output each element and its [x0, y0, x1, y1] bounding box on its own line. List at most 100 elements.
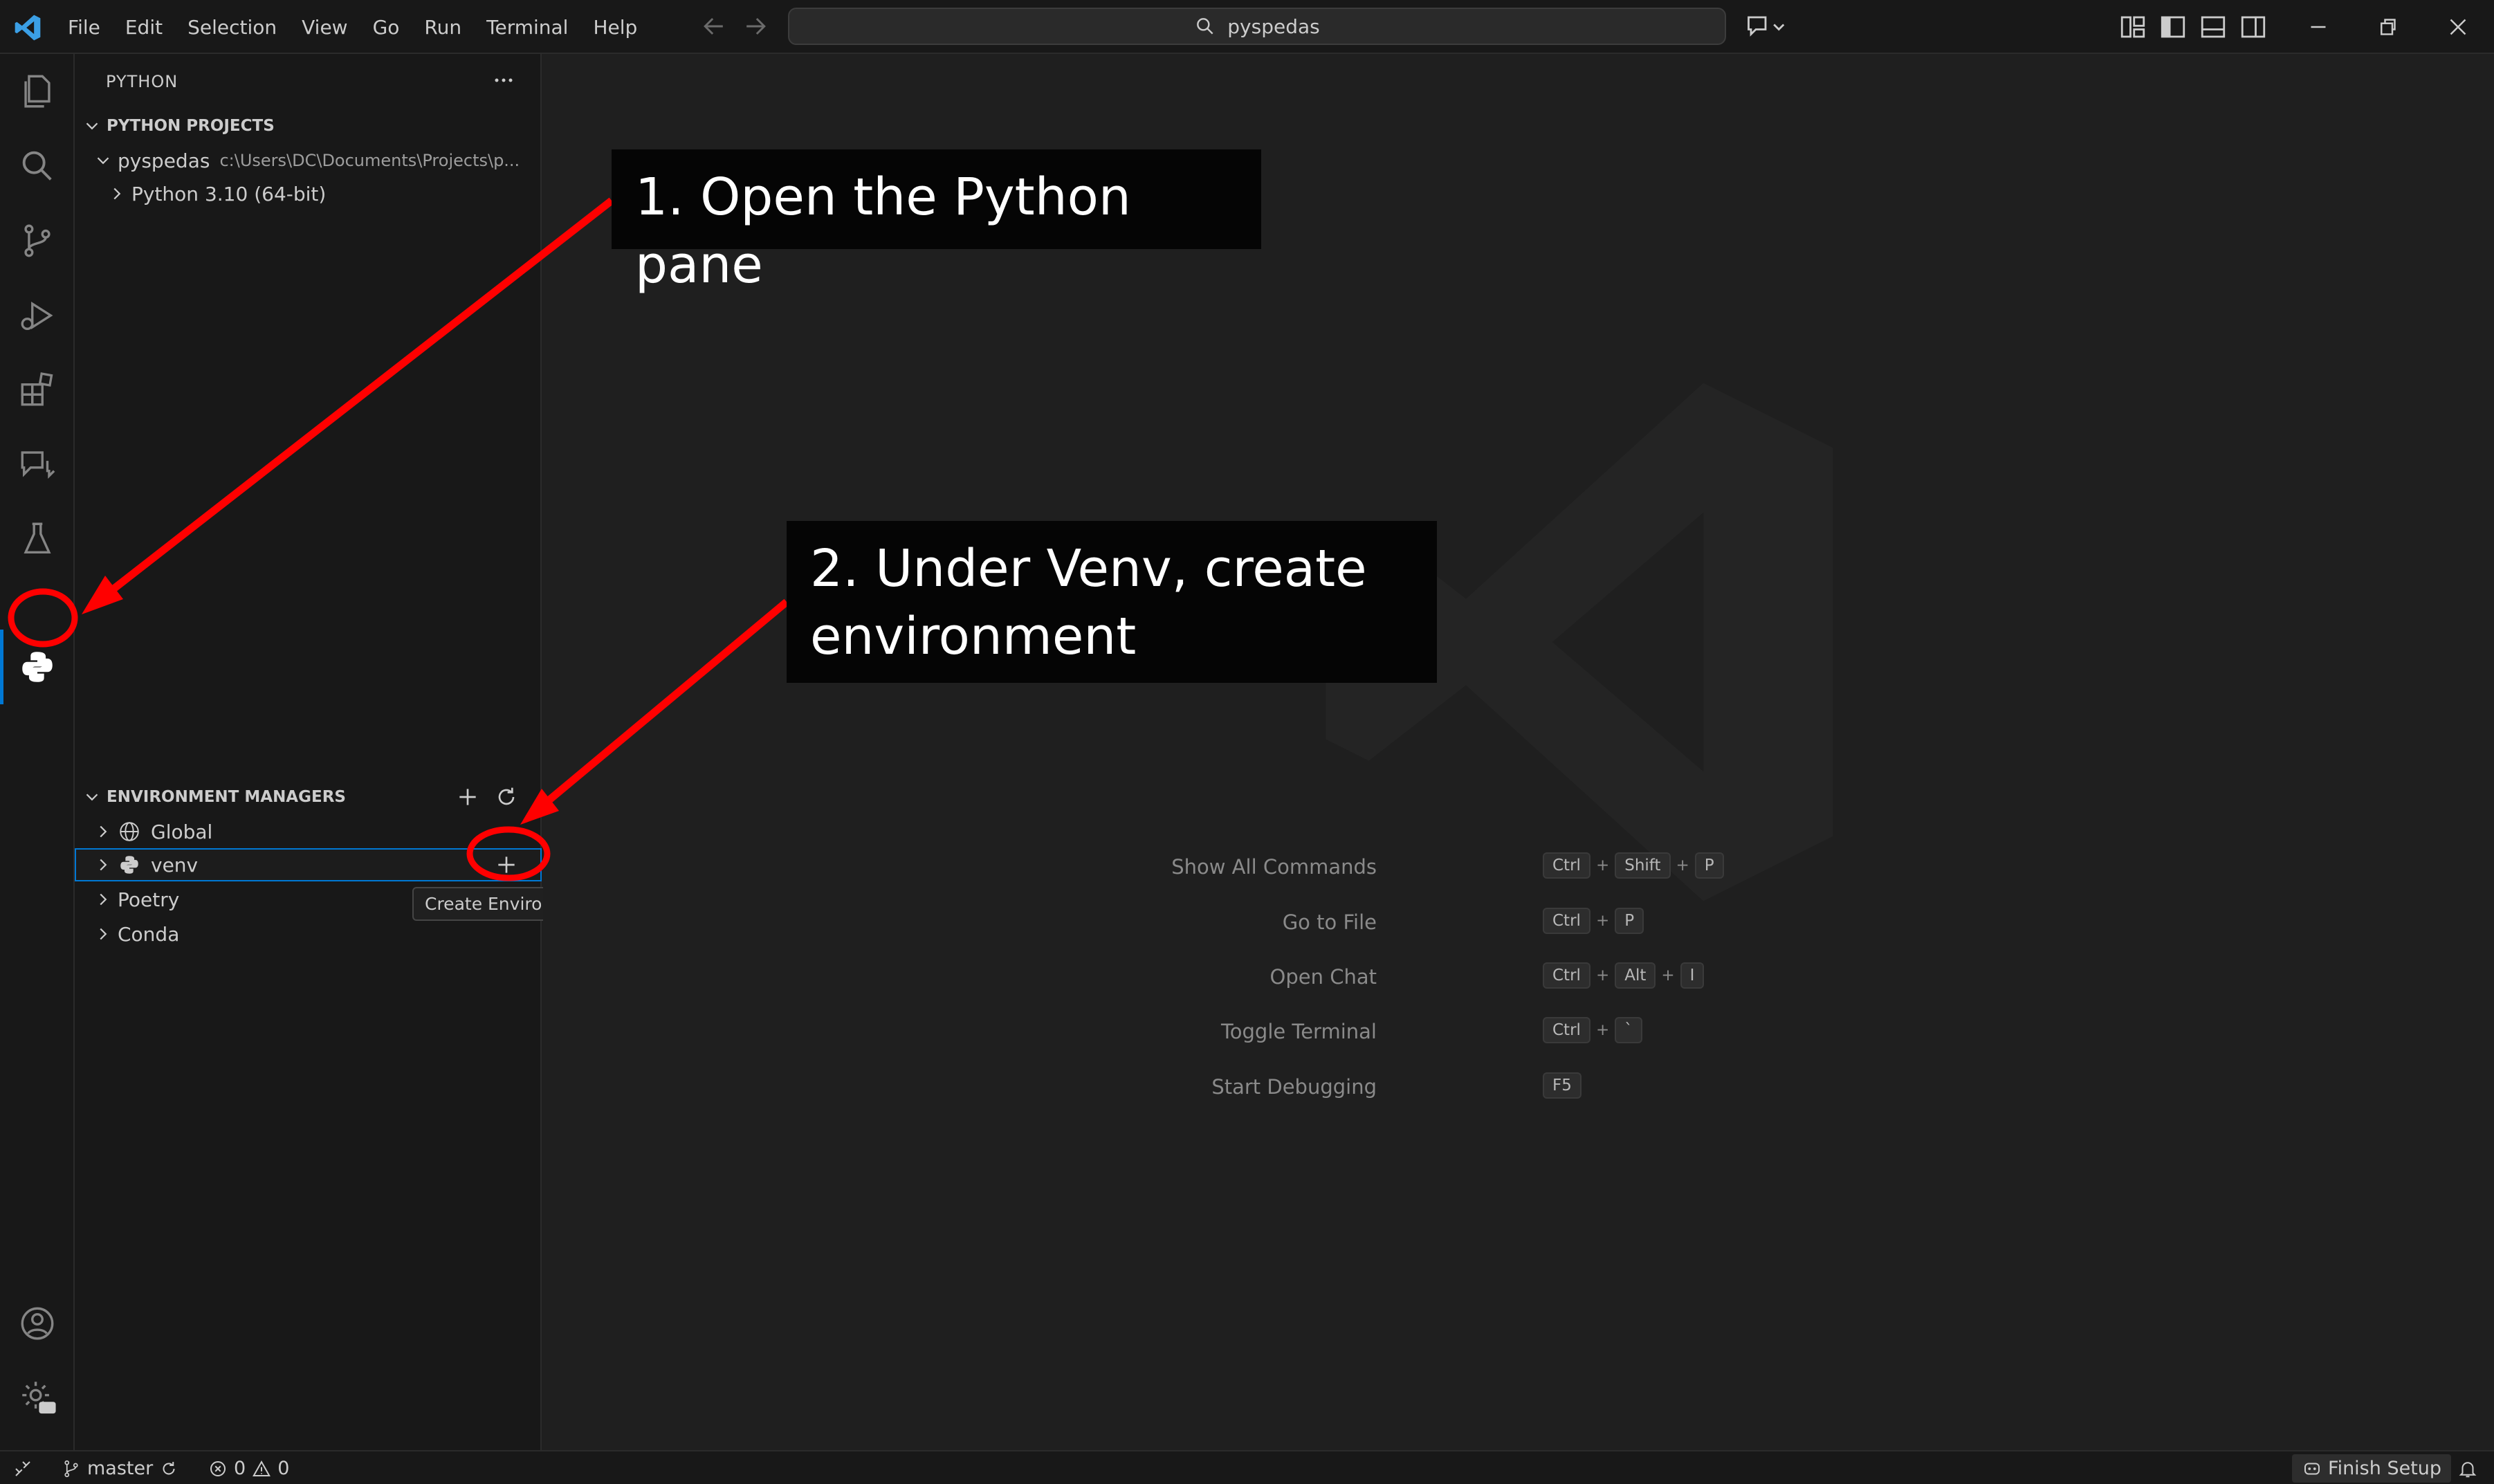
manage-gear-icon[interactable] — [17, 1377, 57, 1417]
project-path: c:\Users\DC\Documents\Projects\p... — [219, 151, 520, 170]
chevron-right-icon — [100, 825, 107, 838]
python-projects-label: PYTHON PROJECTS — [107, 117, 275, 135]
finish-setup-button[interactable]: Finish Setup — [2292, 1454, 2452, 1483]
key: Ctrl — [1543, 1017, 1590, 1043]
activity-bar — [0, 54, 75, 1450]
project-row[interactable]: pyspedas c:\Users\DC\Documents\Projects\… — [93, 144, 520, 177]
run-debug-icon[interactable] — [17, 295, 57, 336]
search-icon[interactable] — [17, 146, 57, 186]
hint-keys: Ctrl + Shift + P — [1543, 852, 1724, 879]
key: Ctrl — [1543, 852, 1590, 879]
environment-managers-header[interactable]: ENVIRONMENT MANAGERS — [82, 782, 346, 812]
hint-label: Start Debugging — [1211, 1075, 1377, 1099]
search-icon — [1197, 18, 1213, 35]
hint-label: Show All Commands — [1171, 855, 1377, 879]
menu-file[interactable]: File — [55, 16, 113, 39]
hint-keys: Ctrl + Alt + I — [1543, 962, 1705, 989]
branch-name: master — [87, 1458, 154, 1479]
error-icon — [210, 1460, 226, 1476]
hint-label: Go to File — [1282, 910, 1377, 934]
project-name: pyspedas — [118, 149, 210, 172]
chevron-down-icon — [86, 794, 98, 801]
active-indicator — [0, 630, 3, 704]
testing-icon[interactable] — [17, 519, 57, 559]
env-manager-conda[interactable]: Conda — [93, 917, 179, 951]
menu-help[interactable]: Help — [580, 16, 650, 39]
status-bar: master 0 0 Finish Setup — [0, 1450, 2494, 1484]
menu-view[interactable]: View — [289, 16, 360, 39]
chevron-right-icon — [100, 893, 107, 906]
python-projects-header[interactable]: PYTHON PROJECTS — [82, 111, 275, 141]
copilot-chat-icon[interactable] — [1745, 12, 1786, 42]
bell-icon — [2459, 1461, 2477, 1477]
add-icon[interactable] — [454, 783, 482, 811]
menu-terminal[interactable]: Terminal — [474, 16, 580, 39]
search-text: pyspedas — [1227, 15, 1320, 38]
extensions-icon[interactable] — [17, 369, 57, 410]
warning-count: 0 — [277, 1458, 290, 1479]
explorer-icon[interactable] — [17, 71, 57, 111]
source-control-icon[interactable] — [17, 221, 57, 261]
sync-icon[interactable] — [158, 1458, 179, 1479]
key: ` — [1615, 1017, 1642, 1043]
customize-layout-icon[interactable] — [2118, 12, 2147, 42]
refresh-icon[interactable] — [493, 783, 520, 811]
hint-row: Open Chat Ctrl + Alt + I — [543, 961, 2494, 996]
error-count: 0 — [234, 1458, 246, 1479]
env-manager-venv[interactable]: venv — [93, 848, 198, 881]
key: I — [1680, 962, 1705, 989]
env-manager-global[interactable]: Global — [93, 815, 212, 848]
more-actions-icon[interactable] — [490, 66, 517, 94]
finish-setup-label: Finish Setup — [2328, 1458, 2442, 1479]
toggle-primary-sidebar-icon[interactable] — [2158, 12, 2188, 42]
python-icon[interactable] — [17, 647, 57, 687]
menu-run[interactable]: Run — [412, 16, 474, 39]
remote-icon — [15, 1460, 30, 1476]
environment-managers-label: ENVIRONMENT MANAGERS — [107, 788, 346, 806]
menu-edit[interactable]: Edit — [113, 16, 175, 39]
branch-indicator[interactable]: master — [61, 1451, 179, 1484]
chevron-down-icon — [86, 122, 98, 130]
env-manager-label: Global — [151, 820, 213, 843]
interpreter-label: Python 3.10 (64-bit) — [131, 182, 327, 205]
python-sidebar: PYTHON PYTHON PROJECTS pyspedas c:\Users… — [75, 54, 542, 1450]
chevron-down-icon — [97, 157, 109, 165]
minimize-icon[interactable] — [2304, 12, 2333, 42]
step-2-callout: 2. Under Venv, create environment — [787, 521, 1437, 683]
menu-go[interactable]: Go — [360, 16, 412, 39]
restore-icon[interactable] — [2373, 12, 2402, 42]
back-arrow-icon[interactable] — [699, 11, 729, 42]
command-center-search[interactable]: pyspedas — [788, 8, 1726, 45]
toggle-panel-icon[interactable] — [2199, 12, 2228, 42]
remote-indicator[interactable] — [12, 1451, 33, 1484]
key: Alt — [1615, 962, 1656, 989]
env-manager-label: Poetry — [118, 888, 180, 911]
key: Ctrl — [1543, 962, 1590, 989]
key: Ctrl — [1543, 908, 1590, 934]
step-2-text-line1: 2. Under Venv, create — [810, 539, 1367, 598]
create-environment-plus-icon[interactable] — [493, 851, 520, 879]
hint-label: Toggle Terminal — [1220, 1020, 1377, 1043]
interpreter-row[interactable]: Python 3.10 (64-bit) — [107, 177, 326, 210]
env-manager-poetry[interactable]: Poetry — [93, 883, 179, 916]
env-manager-label: Conda — [118, 922, 180, 946]
hint-row: Start Debugging F5 — [543, 1071, 2494, 1106]
menu-selection[interactable]: Selection — [175, 16, 289, 39]
notifications[interactable] — [2457, 1451, 2478, 1484]
copilot-icon — [2304, 1463, 2320, 1474]
chat-icon[interactable] — [17, 444, 57, 484]
problems-indicator[interactable]: 0 0 — [208, 1451, 289, 1484]
vscode-logo-icon[interactable] — [12, 12, 43, 43]
key: F5 — [1543, 1072, 1581, 1099]
chevron-right-icon — [100, 859, 107, 871]
sidebar-title: PYTHON — [106, 72, 178, 91]
hint-keys: Ctrl + P — [1543, 908, 1644, 934]
toggle-secondary-sidebar-icon[interactable] — [2239, 12, 2268, 42]
forward-arrow-icon[interactable] — [740, 11, 771, 42]
account-icon[interactable] — [17, 1303, 57, 1344]
hint-row: Toggle Terminal Ctrl + ` — [543, 1016, 2494, 1050]
close-icon[interactable] — [2443, 12, 2473, 42]
git-branch-icon — [64, 1460, 78, 1477]
hint-row: Go to File Ctrl + P — [543, 906, 2494, 941]
menu-bar: File Edit Selection View Go Run Terminal… — [55, 0, 650, 54]
